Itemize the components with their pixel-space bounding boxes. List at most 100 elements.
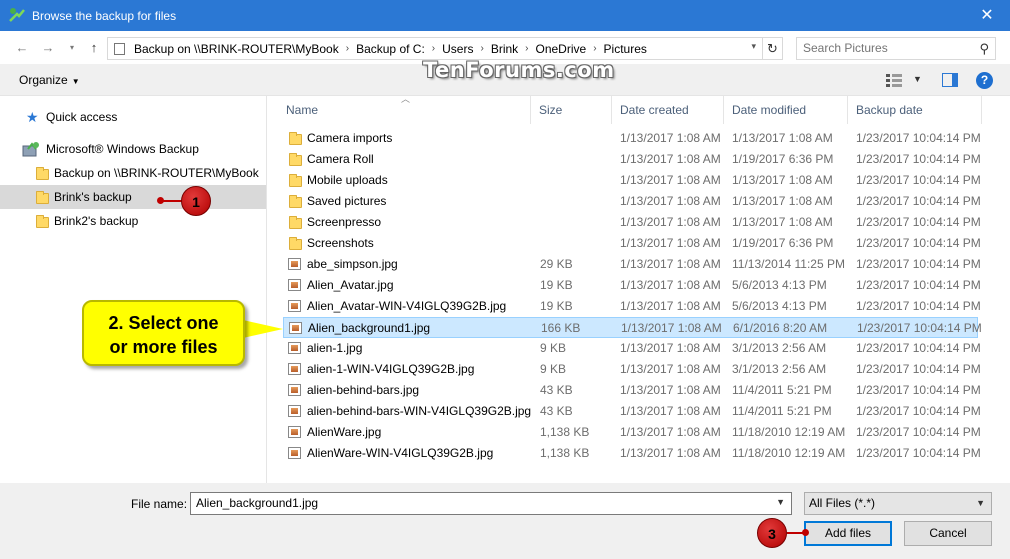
file-size: 9 KB <box>540 362 567 376</box>
crumb-backup-location[interactable]: Backup on \\BRINK-ROUTER\MyBook <box>130 42 343 56</box>
chevron-down-icon[interactable]: ▼ <box>776 497 785 507</box>
file-size: 1,138 KB <box>540 446 590 460</box>
up-arrow-icon[interactable]: ↑ <box>86 40 102 56</box>
help-icon[interactable]: ? <box>976 72 993 89</box>
backup-app-icon <box>9 8 25 22</box>
crumb-backup-of-c[interactable]: Backup of C: <box>352 42 429 56</box>
file-row[interactable]: Alien_Avatar.jpg 19 KB 1/13/2017 1:08 AM 5/… <box>283 275 981 296</box>
image-file-icon <box>288 300 301 312</box>
file-date-modified: 11/4/2011 5:21 PM <box>732 383 832 397</box>
file-row[interactable]: alien-1-WIN-V4IGLQ39G2B.jpg 9 KB 1/13/2017… <box>283 359 981 380</box>
file-row[interactable]: Saved pictures 1/13/2017 1:08 AM 1/13/2017… <box>283 191 981 212</box>
crumb-separator-icon[interactable]: › <box>590 43 599 54</box>
file-name: Alien_Avatar.jpg <box>307 278 394 292</box>
refresh-icon[interactable]: ↻ <box>762 38 782 59</box>
nav-item-brink2s-backup[interactable]: Brink2's backup <box>0 209 266 233</box>
search-box[interactable]: ⚲ <box>796 37 996 60</box>
crumb-brink[interactable]: Brink <box>487 42 522 56</box>
organize-button[interactable]: Organize ▼ <box>19 73 80 87</box>
watermark: TenForums.com <box>423 58 615 82</box>
file-name: Camera Roll <box>307 152 374 166</box>
file-type-select[interactable]: All Files (*.*) ▼ <box>804 492 992 515</box>
file-row[interactable]: alien-behind-bars-WIN-V4IGLQ39G2B.jpg 43 … <box>283 401 981 422</box>
file-date-created: 1/13/2017 1:08 AM <box>620 131 721 145</box>
file-date-created: 1/13/2017 1:08 AM <box>620 152 721 166</box>
file-size: 43 KB <box>540 383 573 397</box>
file-row[interactable]: alien-1.jpg 9 KB 1/13/2017 1:08 AM 3/1/2013… <box>283 338 981 359</box>
annotation-pointer-dot <box>802 529 809 536</box>
image-file-icon <box>288 258 301 270</box>
column-backup-date[interactable]: Backup date <box>848 96 982 124</box>
column-size[interactable]: Size <box>531 96 612 124</box>
file-row[interactable]: Camera imports 1/13/2017 1:08 AM 1/13/2017… <box>283 128 981 149</box>
file-row[interactable]: alien-behind-bars.jpg 43 KB 1/13/2017 1:08… <box>283 380 981 401</box>
file-row[interactable]: Screenshots 1/13/2017 1:08 AM 1/19/2017 6:… <box>283 233 981 254</box>
nav-item-brinks-backup[interactable]: Brink's backup <box>0 185 266 209</box>
cancel-button[interactable]: Cancel <box>904 521 992 546</box>
callout-pointer <box>243 320 283 338</box>
nav-label: Brink's backup <box>54 190 132 204</box>
image-file-icon <box>288 279 301 291</box>
filename-field[interactable]: ▼ <box>190 492 792 515</box>
address-bar[interactable]: Backup on \\BRINK-ROUTER\MyBook › Backup… <box>107 37 783 60</box>
filename-input[interactable] <box>196 496 756 510</box>
file-size: 19 KB <box>540 278 573 292</box>
file-date-created: 1/13/2017 1:08 AM <box>620 194 721 208</box>
file-row[interactable]: Screenpresso 1/13/2017 1:08 AM 1/13/2017 1… <box>283 212 981 233</box>
crumb-separator-icon[interactable]: › <box>343 43 352 54</box>
nav-quick-access[interactable]: ★ Quick access <box>0 105 266 129</box>
file-row[interactable]: abe_simpson.jpg 29 KB 1/13/2017 1:08 AM 11/… <box>283 254 981 275</box>
nav-item-backup-location[interactable]: Backup on \\BRINK-ROUTER\MyBook <box>0 161 266 185</box>
crumb-pictures[interactable]: Pictures <box>600 42 651 56</box>
file-row[interactable]: Alien_background1.jpg 166 KB 1/13/2017 1:0… <box>283 317 982 338</box>
file-size: 43 KB <box>540 404 573 418</box>
view-options-chevron-icon[interactable]: ▼ <box>913 74 922 84</box>
forward-arrow-icon[interactable]: → <box>40 40 56 56</box>
file-name: AlienWare.jpg <box>307 425 382 439</box>
image-file-icon <box>289 322 302 334</box>
folder-icon <box>36 191 49 204</box>
crumb-onedrive[interactable]: OneDrive <box>532 42 591 56</box>
search-input[interactable] <box>803 41 963 55</box>
file-name: Alien_background1.jpg <box>308 321 431 335</box>
file-row[interactable]: Alien_Avatar-WIN-V4IGLQ39G2B.jpg 19 KB 1/1… <box>283 296 981 317</box>
file-row[interactable]: Camera Roll 1/13/2017 1:08 AM 1/19/2017 6:… <box>283 149 981 170</box>
recent-locations-chevron-icon[interactable]: ▾ <box>64 40 80 56</box>
change-view-icon[interactable] <box>886 73 902 87</box>
nav-windows-backup[interactable]: Microsoft® Windows Backup <box>0 137 266 161</box>
file-backup-date: 1/23/2017 10:04:14 PM <box>856 404 981 418</box>
image-file-icon <box>288 426 301 438</box>
file-backup-date: 1/23/2017 10:04:14 PM <box>856 131 981 145</box>
file-date-created: 1/13/2017 1:08 AM <box>620 341 721 355</box>
location-icon <box>114 43 125 55</box>
file-backup-date: 1/23/2017 10:04:14 PM <box>856 425 981 439</box>
folder-icon <box>289 132 302 145</box>
column-name[interactable]: Name <box>278 96 531 124</box>
file-name: alien-1-WIN-V4IGLQ39G2B.jpg <box>307 362 475 376</box>
column-date-modified[interactable]: Date modified <box>724 96 848 124</box>
dialog-footer: File name: ▼ All Files (*.*) ▼ Add files… <box>0 483 1010 559</box>
file-row[interactable]: Mobile uploads 1/13/2017 1:08 AM 1/13/2017… <box>283 170 981 191</box>
file-backup-date: 1/23/2017 10:04:14 PM <box>856 299 981 313</box>
image-file-icon <box>288 342 301 354</box>
image-file-icon <box>288 384 301 396</box>
step-1-badge: 1 <box>181 186 211 216</box>
search-icon[interactable]: ⚲ <box>979 41 989 57</box>
add-files-button[interactable]: Add files <box>804 521 892 546</box>
file-row[interactable]: AlienWare-WIN-V4IGLQ39G2B.jpg 1,138 KB 1/1… <box>283 443 981 464</box>
crumb-separator-icon[interactable]: › <box>522 43 531 54</box>
back-arrow-icon[interactable]: ← <box>14 40 30 56</box>
file-size: 29 KB <box>540 257 573 271</box>
file-date-created: 1/13/2017 1:08 AM <box>620 215 721 229</box>
file-name: AlienWare-WIN-V4IGLQ39G2B.jpg <box>307 446 494 460</box>
crumb-separator-icon[interactable]: › <box>429 43 438 54</box>
column-date-created[interactable]: Date created <box>612 96 724 124</box>
file-row[interactable]: AlienWare.jpg 1,138 KB 1/13/2017 1:08 AM 11… <box>283 422 981 443</box>
address-dropdown-icon[interactable]: ▾ <box>751 41 756 52</box>
close-button[interactable]: ✕ <box>964 0 1010 31</box>
preview-pane-icon[interactable] <box>942 73 958 87</box>
nav-label: Brink2's backup <box>54 214 139 228</box>
crumb-users[interactable]: Users <box>438 42 477 56</box>
file-name: alien-behind-bars-WIN-V4IGLQ39G2B.jpg <box>307 404 532 418</box>
crumb-separator-icon[interactable]: › <box>477 43 486 54</box>
